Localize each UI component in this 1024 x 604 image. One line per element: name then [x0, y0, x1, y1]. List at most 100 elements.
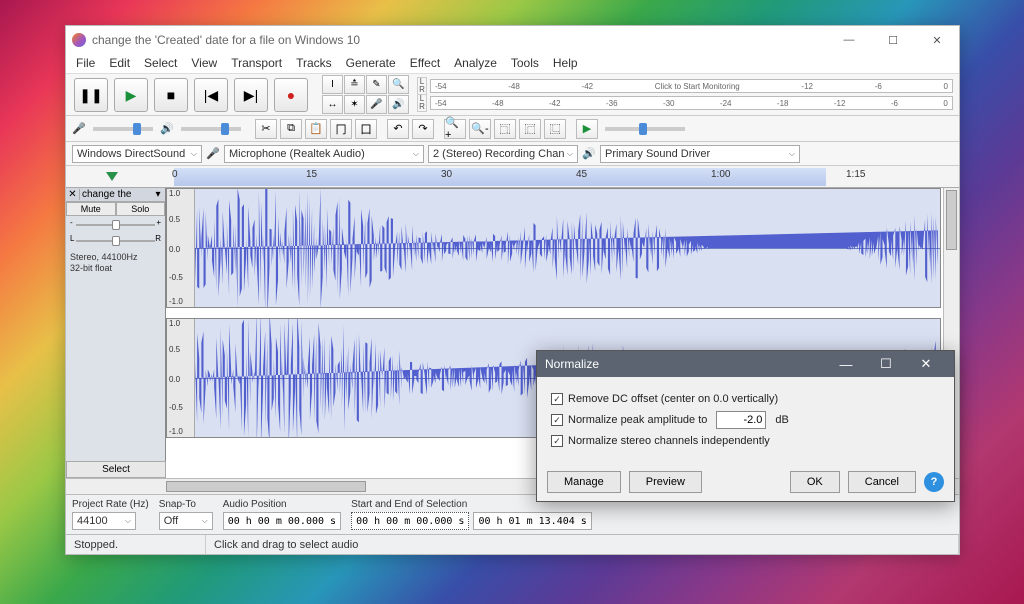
draw-tool-icon[interactable]: ✎ — [366, 75, 387, 94]
menu-edit[interactable]: Edit — [103, 54, 136, 73]
pause-button[interactable]: ❚❚ — [74, 78, 108, 112]
menu-analyze[interactable]: Analyze — [448, 54, 503, 73]
menu-file[interactable]: File — [70, 54, 101, 73]
selection-end-field[interactable]: 00 h 01 m 13.404 s — [473, 512, 591, 530]
app-icon — [72, 33, 86, 47]
toolbar-transport-row: ❚❚ ▶ ■ |◀ ▶| ● I ≛ ✎ 🔍 ↔ ✶ 🎤 🔊 LR -54-48… — [66, 74, 959, 116]
mic-icon: 🎤 — [72, 122, 86, 135]
play-volume-slider[interactable] — [181, 127, 241, 131]
menu-transport[interactable]: Transport — [225, 54, 288, 73]
redo-icon[interactable]: ↷ — [412, 119, 434, 139]
recording-meter[interactable]: -54-48-42 Click to Start Monitoring -12-… — [430, 79, 953, 93]
menu-effect[interactable]: Effect — [404, 54, 446, 73]
audio-position-field[interactable]: 00 h 00 m 00.000 s — [223, 512, 341, 530]
copy-icon[interactable]: ⧉ — [280, 119, 302, 139]
window-title: change the 'Created' date for a file on … — [92, 33, 827, 47]
peak-amplitude-input[interactable] — [716, 411, 766, 429]
speaker-level-icon[interactable]: 🔊 — [388, 95, 409, 114]
playhead-icon[interactable] — [106, 172, 118, 181]
menu-help[interactable]: Help — [547, 54, 584, 73]
menu-select[interactable]: Select — [138, 54, 183, 73]
undo-icon[interactable]: ↶ — [387, 119, 409, 139]
selection-start-field[interactable]: 00 h 00 m 00.000 s — [351, 512, 469, 530]
menu-view[interactable]: View — [185, 54, 223, 73]
close-button[interactable]: ✕ — [915, 26, 959, 54]
minimize-button[interactable]: — — [827, 26, 871, 54]
paste-icon[interactable]: 📋 — [305, 119, 327, 139]
maximize-button[interactable]: ☐ — [871, 26, 915, 54]
menu-tools[interactable]: Tools — [505, 54, 545, 73]
track-menu-icon[interactable]: ▾ — [151, 189, 165, 200]
dialog-titlebar[interactable]: Normalize — ☐ ✕ — [537, 351, 954, 377]
rec-volume-slider[interactable] — [93, 127, 153, 131]
toolbar-device-row: Windows DirectSound 🎤 Microphone (Realte… — [66, 142, 959, 166]
waveform-left[interactable]: 1.0 0.5 0.0 -0.5 -1.0 — [166, 188, 941, 308]
trim-icon[interactable]: ⼌ — [330, 119, 352, 139]
mute-button[interactable]: Mute — [66, 202, 116, 216]
normalize-dialog: Normalize — ☐ ✕ ✓Remove DC offset (cente… — [536, 350, 955, 502]
dialog-close-icon[interactable]: ✕ — [906, 356, 946, 372]
menu-tracks[interactable]: Tracks — [290, 54, 338, 73]
playback-meter[interactable]: -54-48-42-36-30-24-18-12-60 — [430, 96, 953, 110]
dialog-title: Normalize — [545, 357, 826, 371]
speaker-icon: 🔊 — [160, 122, 174, 135]
cut-icon[interactable]: ✂ — [255, 119, 277, 139]
project-rate-label: Project Rate (Hz) — [72, 499, 149, 510]
zoom-in-icon[interactable]: 🔍+ — [444, 119, 466, 139]
track-select-button[interactable]: Select — [66, 461, 166, 478]
cancel-button[interactable]: Cancel — [848, 471, 916, 493]
statusbar: Stopped. Click and drag to select audio — [66, 534, 959, 554]
timeshift-tool-icon[interactable]: ↔ — [322, 95, 343, 114]
toolbar-edit-row: 🎤 🔊 ✂ ⧉ 📋 ⼌ ⼞ ↶ ↷ 🔍+ 🔍- ⿹ ⿸ ⿺ ▶ — [66, 116, 959, 142]
menu-generate[interactable]: Generate — [340, 54, 402, 73]
skip-end-button[interactable]: ▶| — [234, 78, 268, 112]
multi-tool-icon[interactable]: ✶ — [344, 95, 365, 114]
stop-button[interactable]: ■ — [154, 78, 188, 112]
project-rate-combo[interactable]: 44100 — [72, 512, 136, 530]
timeline-ruler[interactable]: 0 15 30 45 1:00 1:15 — [66, 166, 959, 188]
tool-palette: I ≛ ✎ 🔍 ↔ ✶ 🎤 🔊 — [320, 73, 411, 116]
remove-dc-offset-checkbox[interactable]: ✓Remove DC offset (center on 0.0 vertica… — [551, 393, 940, 405]
selection-tool-icon[interactable]: I — [322, 75, 343, 94]
silence-icon[interactable]: ⼞ — [355, 119, 377, 139]
track-format: Stereo, 44100Hz 32-bit float — [66, 250, 165, 276]
fit-selection-icon[interactable]: ⿹ — [494, 119, 516, 139]
zoom-toggle-icon[interactable]: ⿺ — [544, 119, 566, 139]
audio-position-label: Audio Position — [223, 499, 341, 510]
rec-device-combo[interactable]: Microphone (Realtek Audio) — [224, 145, 424, 163]
track-control-panel: ✕ change the ▾ Mute Solo - + L R Stereo,… — [66, 188, 166, 481]
play-speed-slider[interactable] — [605, 127, 685, 131]
help-icon[interactable]: ? — [924, 472, 944, 492]
zoom-tool-icon[interactable]: 🔍 — [388, 75, 409, 94]
snap-to-combo[interactable]: Off — [159, 512, 213, 530]
play-at-speed-icon[interactable]: ▶ — [576, 119, 598, 139]
zoom-out-icon[interactable]: 🔍- — [469, 119, 491, 139]
meters: LR -54-48-42 Click to Start Monitoring -… — [411, 76, 959, 114]
normalize-stereo-checkbox[interactable]: ✓Normalize stereo channels independently — [551, 435, 940, 447]
track-name[interactable]: change the — [80, 189, 151, 200]
fit-project-icon[interactable]: ⿸ — [519, 119, 541, 139]
titlebar: change the 'Created' date for a file on … — [66, 26, 959, 54]
ok-button[interactable]: OK — [790, 471, 840, 493]
amp-scale: 1.0 0.5 0.0 -0.5 -1.0 — [167, 189, 195, 307]
skip-start-button[interactable]: |◀ — [194, 78, 228, 112]
preview-button[interactable]: Preview — [629, 471, 702, 493]
audio-host-combo[interactable]: Windows DirectSound — [72, 145, 202, 163]
snap-to-label: Snap-To — [159, 499, 213, 510]
pan-slider[interactable]: L R — [70, 234, 161, 248]
solo-button[interactable]: Solo — [116, 202, 166, 216]
manage-button[interactable]: Manage — [547, 471, 621, 493]
status-hint: Click and drag to select audio — [206, 535, 959, 554]
mic-level-icon[interactable]: 🎤 — [366, 95, 387, 114]
normalize-peak-checkbox[interactable]: ✓Normalize peak amplitude to dB — [551, 411, 940, 429]
gain-slider[interactable]: - + — [70, 218, 161, 232]
play-device-combo[interactable]: Primary Sound Driver — [600, 145, 800, 163]
dialog-maximize-icon[interactable]: ☐ — [866, 356, 906, 372]
envelope-tool-icon[interactable]: ≛ — [344, 75, 365, 94]
record-button[interactable]: ● — [274, 78, 308, 112]
track-close-icon[interactable]: ✕ — [66, 189, 80, 200]
play-button[interactable]: ▶ — [114, 78, 148, 112]
dialog-minimize-icon[interactable]: — — [826, 357, 866, 372]
rec-channels-combo[interactable]: 2 (Stereo) Recording Chan — [428, 145, 578, 163]
speaker-device-icon: 🔊 — [582, 147, 596, 160]
